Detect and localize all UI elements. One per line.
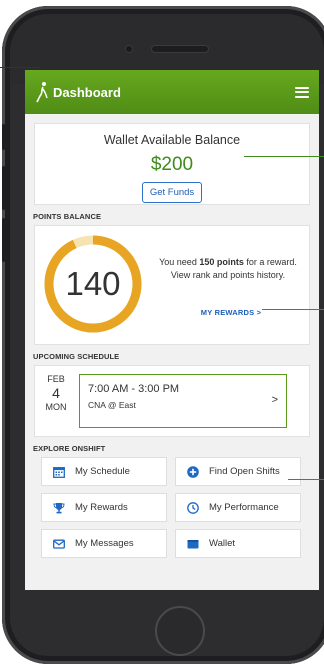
shift-location: CNA @ East — [88, 400, 136, 410]
my-rewards-button[interactable]: My Rewards — [41, 493, 167, 522]
my-schedule-label: My Schedule — [75, 466, 130, 477]
explore-grid: My Schedule Find Open Shifts My Rewards … — [41, 457, 310, 558]
chevron-right-icon: > — [271, 394, 278, 406]
wallet-callout-line — [244, 156, 324, 157]
shift-weekday: MON — [45, 402, 67, 412]
points-needed: 150 points — [199, 257, 244, 267]
my-performance-label: My Performance — [209, 502, 279, 513]
page-title: Dashboard — [53, 84, 121, 100]
plus-circle-icon — [186, 465, 200, 479]
rewards-callout-line — [262, 309, 324, 310]
volume-down-button — [2, 218, 5, 262]
wallet-card: Wallet Available Balance $200 Get Funds — [34, 123, 310, 205]
find-open-shifts-button[interactable]: Find Open Shifts — [175, 457, 301, 486]
volume-up-button — [2, 166, 5, 210]
wallet-balance: $200 — [150, 154, 194, 175]
wallet-button[interactable]: Wallet — [175, 529, 301, 558]
find-shifts-callout-line — [288, 479, 324, 480]
points-section-label: POINTS BALANCE — [33, 212, 102, 221]
points-message-prefix: You need — [159, 257, 200, 267]
upcoming-shift-item[interactable]: 7:00 AM - 3:00 PM CNA @ East > — [79, 374, 287, 428]
front-camera — [126, 46, 132, 52]
shift-day: 4 — [52, 385, 60, 401]
get-funds-button[interactable]: Get Funds — [141, 182, 203, 203]
app-screen: Dashboard Wallet Available Balance $200 … — [25, 70, 319, 590]
wallet-title: Wallet Available Balance — [103, 133, 241, 147]
home-button[interactable] — [155, 606, 205, 656]
my-schedule-button[interactable]: My Schedule — [41, 457, 167, 486]
my-performance-button[interactable]: My Performance — [175, 493, 301, 522]
schedule-card: FEB 4 MON 7:00 AM - 3:00 PM CNA @ East > — [34, 365, 310, 437]
my-messages-label: My Messages — [75, 538, 134, 549]
top-left-callout-line — [0, 67, 40, 68]
earpiece-speaker — [152, 46, 208, 52]
find-open-shifts-label: Find Open Shifts — [209, 466, 280, 477]
wallet-icon — [186, 537, 200, 551]
envelope-icon — [52, 537, 66, 551]
shift-month: FEB — [47, 374, 65, 384]
app-header: Dashboard — [25, 70, 319, 114]
wallet-label: Wallet — [209, 538, 236, 549]
my-messages-button[interactable]: My Messages — [41, 529, 167, 558]
schedule-section-label: UPCOMING SCHEDULE — [33, 352, 120, 361]
clock-icon — [186, 501, 200, 515]
shift-time: 7:00 AM - 3:00 PM — [88, 383, 180, 395]
my-rewards-label: My Rewards — [75, 502, 128, 513]
trophy-icon — [52, 501, 66, 515]
onshift-logo-icon — [36, 82, 48, 103]
calendar-icon — [52, 465, 66, 479]
mute-switch — [2, 124, 5, 150]
explore-section-label: EXPLORE ONSHIFT — [33, 444, 106, 453]
shift-date: FEB 4 MON — [39, 374, 73, 412]
points-card: 140 You need 150 points for a reward. Vi… — [34, 225, 310, 345]
points-value: 140 — [65, 265, 121, 302]
points-message: You need 150 points for a reward. View r… — [153, 256, 303, 281]
hamburger-menu-icon[interactable] — [295, 86, 309, 98]
